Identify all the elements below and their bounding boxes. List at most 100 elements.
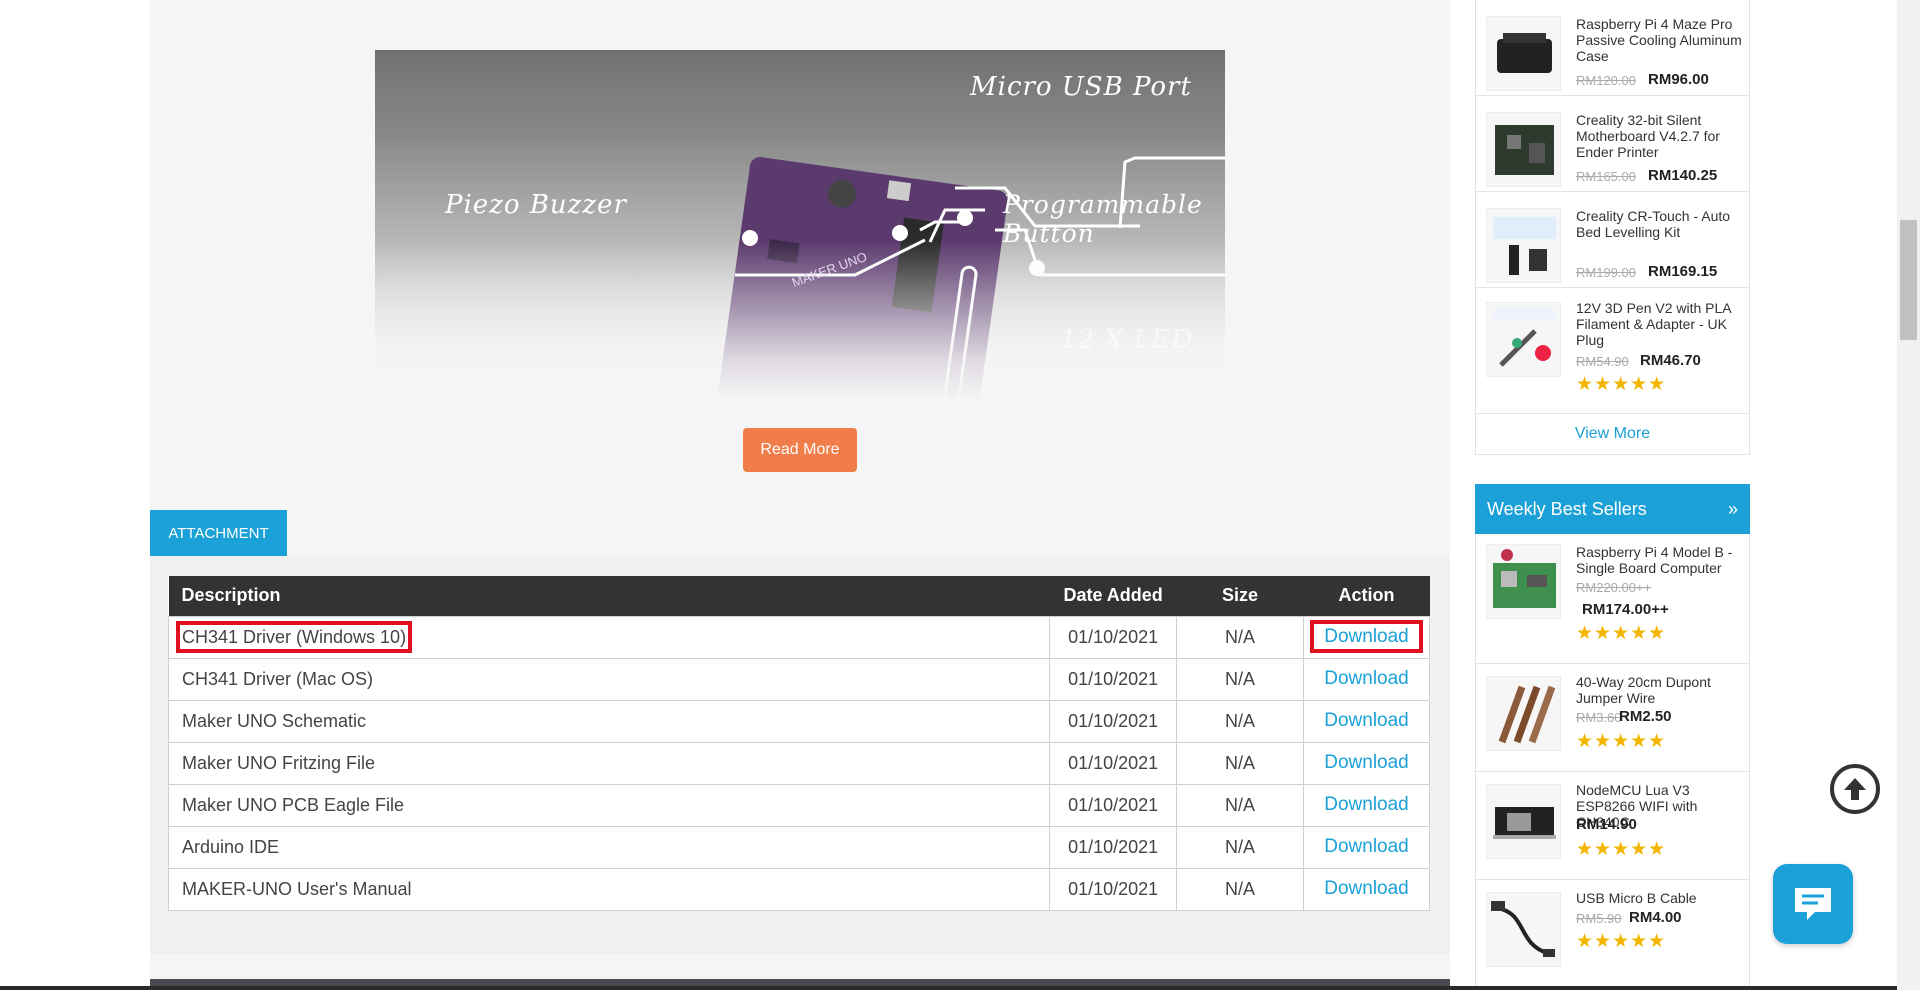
old-price: RM3.60 [1576, 710, 1622, 725]
scroll-to-top-button[interactable] [1830, 764, 1880, 814]
row-size: N/A [1176, 615, 1304, 659]
page-scrollbar[interactable] [1897, 0, 1920, 990]
window-bottom-edge [0, 986, 1897, 990]
view-more-link[interactable]: View More [1476, 414, 1749, 454]
hero-fade [375, 240, 1225, 400]
old-price: RM199.00 [1576, 265, 1636, 280]
cr-touch-image[interactable] [1486, 208, 1561, 283]
read-more-button[interactable]: Read More [743, 428, 857, 472]
price: RM174.00++ [1582, 601, 1669, 618]
list-item[interactable]: Raspberry Pi 4 Model B - Single Board Co… [1476, 534, 1749, 664]
usb-cable-image[interactable] [1486, 892, 1561, 967]
row-date: 01/10/2021 [1049, 615, 1178, 659]
tab-attachment[interactable]: ATTACHMENT [150, 510, 287, 556]
price: RM2.50 [1619, 708, 1672, 725]
attachment-table: Description Date Added Size Action CH341… [167, 576, 1430, 911]
row-action: Download [1303, 615, 1430, 659]
old-price: RM54.90 [1576, 354, 1629, 369]
aluminum-case-image[interactable] [1486, 16, 1561, 91]
rating-stars: ★★★★★ [1576, 839, 1667, 860]
table-row: CH341 Driver (Windows 10) 01/10/2021 N/A… [167, 615, 1430, 659]
table-row: Maker UNO PCB Eagle File 01/10/2021 N/A … [167, 783, 1430, 827]
header-date: Date Added [1049, 576, 1177, 616]
price: RM14.90 [1576, 816, 1637, 833]
price: RM169.15 [1648, 263, 1718, 280]
product-name[interactable]: 40-Way 20cm Dupont Jumper Wire [1576, 674, 1744, 706]
list-item[interactable]: Raspberry Pi 4 Maze Pro Passive Cooling … [1476, 0, 1749, 96]
weekly-best-sellers-header[interactable]: Weekly Best Sellers » [1475, 484, 1750, 534]
rating-stars: ★★★★★ [1576, 623, 1667, 644]
double-chevron-right-icon: » [1727, 498, 1738, 519]
row-description: MAKER-UNO User's Manual [167, 867, 1051, 911]
row-description: Maker UNO PCB Eagle File [167, 783, 1051, 827]
highlighted-description: CH341 Driver (Windows 10) [175, 620, 413, 653]
old-price: RM220.00++ [1576, 580, 1652, 595]
rating-stars: ★★★★★ [1576, 931, 1667, 952]
download-link[interactable]: Download [1303, 825, 1430, 869]
row-size: N/A [1176, 783, 1304, 827]
old-price: RM5.90 [1576, 911, 1622, 926]
price: RM96.00 [1648, 71, 1709, 88]
price: RM140.25 [1648, 167, 1718, 184]
product-name[interactable]: 12V 3D Pen V2 with PLA Filament & Adapte… [1576, 300, 1744, 348]
row-description: CH341 Driver (Mac OS) [167, 657, 1051, 701]
list-item[interactable]: 12V 3D Pen V2 with PLA Filament & Adapte… [1476, 288, 1749, 414]
label-led: 12 X LED [1060, 325, 1194, 355]
header-description: Description [168, 576, 1050, 616]
row-size: N/A [1176, 699, 1304, 743]
download-link[interactable]: Download [1303, 741, 1430, 785]
label-micro-usb: Micro USB Port [970, 72, 1192, 102]
table-row: Maker UNO Schematic 01/10/2021 N/A Downl… [167, 699, 1430, 743]
row-date: 01/10/2021 [1049, 783, 1178, 827]
main-content: Micro USB Port Piezo Buzzer Programmable… [150, 0, 1450, 990]
list-item[interactable]: USB Micro B Cable RM5.90 RM4.00 ★★★★★ [1476, 880, 1749, 990]
table-row: MAKER-UNO User's Manual 01/10/2021 N/A D… [167, 867, 1430, 911]
row-size: N/A [1176, 657, 1304, 701]
row-size: N/A [1176, 867, 1304, 911]
old-price: RM165.00 [1576, 169, 1636, 184]
chat-bubble-icon [1795, 888, 1831, 920]
row-description: Maker UNO Schematic [167, 699, 1051, 743]
table-row: CH341 Driver (Mac OS) 01/10/2021 N/A Dow… [167, 657, 1430, 701]
list-item[interactable]: 40-Way 20cm Dupont Jumper Wire RM3.60 RM… [1476, 664, 1749, 772]
price: RM4.00 [1629, 909, 1682, 926]
product-list: Raspberry Pi 4 Maze Pro Passive Cooling … [1475, 0, 1750, 455]
product-name[interactable]: Raspberry Pi 4 Maze Pro Passive Cooling … [1576, 16, 1744, 64]
row-date: 01/10/2021 [1049, 867, 1178, 911]
download-link[interactable]: Download [1303, 699, 1430, 743]
list-item[interactable]: Creality CR-Touch - Auto Bed Levelling K… [1476, 192, 1749, 288]
old-price: RM120.00 [1576, 73, 1636, 88]
page: Micro USB Port Piezo Buzzer Programmable… [0, 0, 1920, 990]
raspberry-pi-image[interactable] [1486, 544, 1561, 619]
table-row: Maker UNO Fritzing File 01/10/2021 N/A D… [167, 741, 1430, 785]
scrollbar-thumb[interactable] [1900, 220, 1917, 340]
product-name[interactable]: Raspberry Pi 4 Model B - Single Board Co… [1576, 544, 1744, 576]
row-date: 01/10/2021 [1049, 825, 1178, 869]
product-hero-image: Micro USB Port Piezo Buzzer Programmable… [375, 50, 1225, 400]
rating-stars: ★★★★★ [1576, 731, 1667, 752]
row-description: Arduino IDE [167, 825, 1051, 869]
3d-pen-image[interactable] [1486, 302, 1561, 377]
label-button: Programmable Button [1003, 190, 1203, 248]
rating-stars: ★★★★★ [1576, 374, 1667, 395]
product-name[interactable]: Creality CR-Touch - Auto Bed Levelling K… [1576, 208, 1744, 240]
table-row: Arduino IDE 01/10/2021 N/A Download [167, 825, 1430, 869]
download-link[interactable]: Download [1310, 620, 1423, 653]
motherboard-image[interactable] [1486, 112, 1561, 187]
list-item[interactable]: Creality 32-bit Silent Motherboard V4.2.… [1476, 96, 1749, 192]
arrow-up-icon [1844, 778, 1866, 800]
row-description: CH341 Driver (Windows 10) [167, 615, 1051, 659]
sidebar: Raspberry Pi 4 Maze Pro Passive Cooling … [1475, 0, 1750, 990]
list-item[interactable]: NodeMCU Lua V3 ESP8266 WIFI with CH340C … [1476, 772, 1749, 880]
nodemcu-image[interactable] [1486, 784, 1561, 859]
row-date: 01/10/2021 [1049, 657, 1178, 701]
download-link[interactable]: Download [1303, 783, 1430, 827]
download-link[interactable]: Download [1303, 867, 1430, 911]
product-name[interactable]: USB Micro B Cable [1576, 890, 1744, 906]
product-name[interactable]: Creality 32-bit Silent Motherboard V4.2.… [1576, 112, 1744, 160]
weekly-title: Weekly Best Sellers [1487, 498, 1647, 519]
download-link[interactable]: Download [1303, 657, 1430, 701]
jumper-wire-image[interactable] [1486, 676, 1561, 751]
row-size: N/A [1176, 741, 1304, 785]
chat-button[interactable] [1773, 864, 1853, 944]
